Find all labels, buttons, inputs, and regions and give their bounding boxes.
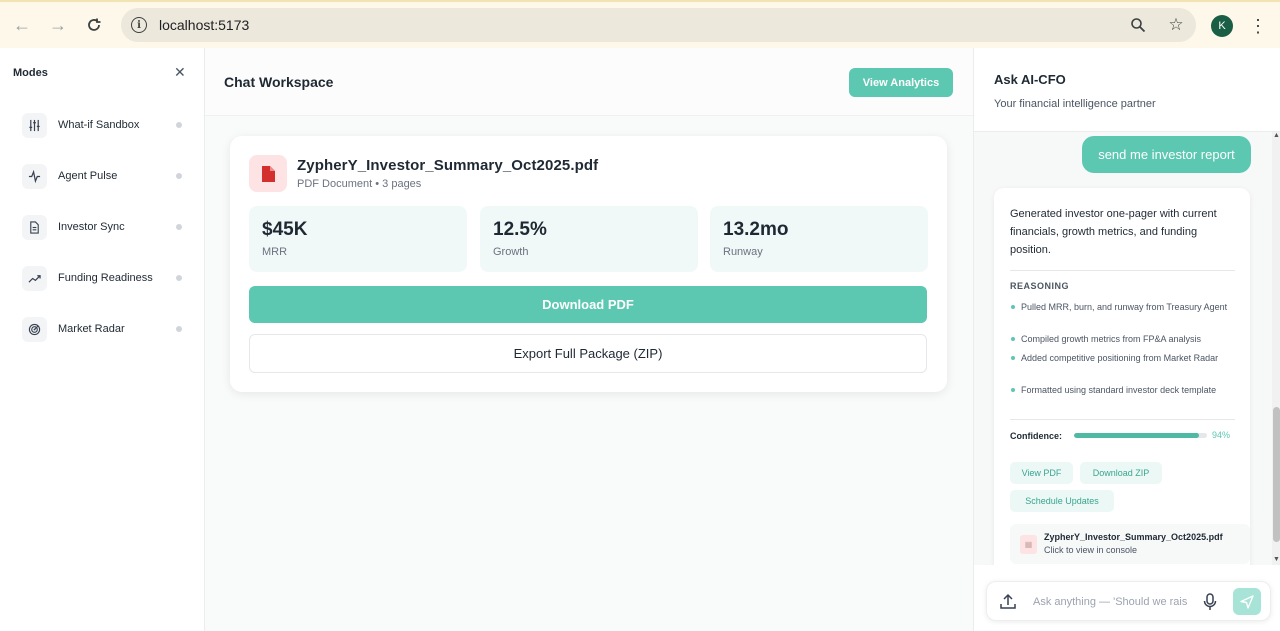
stat-mrr: $45K MRR [249,206,467,272]
chat-scrollbar[interactable]: ▲ ▼ [1272,132,1280,565]
microphone-icon[interactable] [1202,593,1218,611]
view-pdf-button[interactable]: View PDF [1010,462,1073,484]
stat-growth: 12.5% Growth [480,206,698,272]
address-url[interactable]: localhost:5173 [159,17,249,33]
chat-input-bar [986,581,1271,621]
workspace-header: Chat Workspace View Analytics [205,48,973,116]
browser-toolbar: ← → i localhost:5173 ☆ K ⋮ [0,0,1280,48]
panel-subtitle: Your financial intelligence partner [994,98,1156,110]
file-reference-name: ZypherY_Investor_Summary_Oct2025.pdf [1044,532,1223,542]
sidebar-title: Modes [13,67,48,79]
reasoning-title: REASONING [1010,281,1070,291]
export-zip-button[interactable]: Export Full Package (ZIP) [249,334,927,373]
schedule-updates-button[interactable]: Schedule Updates [1010,490,1114,512]
upload-icon[interactable] [999,593,1017,611]
reasoning-text: Pulled MRR, burn, and runway from Treasu… [1021,302,1228,312]
scrollbar-thumb[interactable] [1273,407,1280,542]
scroll-up-arrow-icon[interactable]: ▲ [1273,132,1280,139]
pdf-icon [249,155,287,192]
document-meta: PDF Document • 3 pages [297,178,422,190]
divider [1010,419,1235,420]
send-icon [1240,594,1254,609]
reasoning-text: Added competitive positioning from Marke… [1021,353,1219,363]
bullet-icon [1011,388,1015,392]
view-analytics-button[interactable]: View Analytics [849,68,953,97]
stat-runway: 13.2mo Runway [710,206,928,272]
confidence-bar [1074,433,1207,438]
download-zip-button[interactable]: Download ZIP [1080,462,1162,484]
send-button[interactable] [1233,588,1261,615]
stat-value: $45K [262,219,308,240]
sidebar-item-market-radar[interactable]: Market Radar [22,316,187,342]
bookmark-star-icon[interactable]: ☆ [1166,15,1186,35]
address-bar[interactable]: i localhost:5173 ☆ [121,8,1196,42]
modes-sidebar: Modes ✕ What-if Sandbox Agent Pulse Inve… [0,48,205,631]
profile-avatar[interactable]: K [1211,15,1233,37]
reload-icon[interactable] [76,7,112,43]
reasoning-text: Compiled growth metrics from FP&A analys… [1021,334,1202,344]
document-name: ZypherY_Investor_Summary_Oct2025.pdf [297,157,599,174]
status-dot [176,275,182,281]
back-icon[interactable]: ← [4,7,40,43]
download-pdf-button[interactable]: Download PDF [249,286,927,323]
bullet-icon [1011,305,1015,309]
user-message: send me investor report [1082,136,1251,173]
sidebar-item-label: Funding Readiness [58,272,153,284]
file-reference[interactable]: ▦ ZypherY_Investor_Summary_Oct2025.pdf C… [1010,524,1250,564]
status-dot [176,326,182,332]
sidebar-item-what-if-sandbox[interactable]: What-if Sandbox [22,112,187,138]
assistant-text: Generated investor one-pager with curren… [1010,208,1217,256]
reasoning-item: Compiled growth metrics from FP&A analys… [1010,333,1235,345]
bullet-icon [1011,337,1015,341]
divider [1010,270,1235,271]
stat-value: 13.2mo [723,219,789,240]
sidebar-item-label: Investor Sync [58,221,125,233]
reasoning-item: Pulled MRR, burn, and runway from Treasu… [1010,301,1235,313]
trending-up-icon [22,265,47,291]
ask-ai-cfo-panel: Ask AI-CFO Your financial intelligence p… [973,48,1280,631]
reasoning-text: Formatted using standard investor deck t… [1021,385,1217,395]
browser-menu-icon[interactable]: ⋮ [1248,14,1268,38]
chat-messages[interactable]: send me investor report Generated invest… [974,132,1272,565]
stat-value: 12.5% [493,219,547,240]
chat-workspace: Chat Workspace View Analytics ZypherY_In… [205,48,973,631]
confidence-bar-fill [1074,433,1200,438]
sidebar-item-label: Market Radar [58,323,125,335]
chat-input[interactable] [1033,592,1187,612]
status-dot [176,173,182,179]
assistant-message: Generated investor one-pager with curren… [994,188,1250,565]
pdf-file-icon: ▦ [1020,535,1037,554]
stat-label: MRR [262,246,288,258]
status-dot [176,122,182,128]
reasoning-item: Formatted using standard investor deck t… [1010,384,1235,396]
sidebar-item-agent-pulse[interactable]: Agent Pulse [22,163,187,189]
stat-label: Runway [723,246,763,258]
scroll-down-arrow-icon[interactable]: ▼ [1273,556,1280,563]
radar-icon [22,316,47,342]
document-card: ZypherY_Investor_Summary_Oct2025.pdf PDF… [230,136,947,392]
reasoning-item: Added competitive positioning from Marke… [1010,352,1235,364]
sidebar-item-label: Agent Pulse [58,170,118,182]
sidebar-item-label: What-if Sandbox [58,119,140,131]
panel-title: Ask AI-CFO [994,72,1066,87]
sidebar-item-funding-readiness[interactable]: Funding Readiness [22,265,187,291]
status-dot [176,224,182,230]
close-icon[interactable]: ✕ [174,64,186,81]
sidebar-item-investor-sync[interactable]: Investor Sync [22,214,187,240]
document-icon [22,214,47,240]
page-title: Chat Workspace [224,74,334,90]
confidence-label: Confidence: [1010,431,1063,441]
file-reference-hint: Click to view in console [1044,545,1138,555]
zoom-icon[interactable] [1128,15,1148,35]
confidence-value: 94% [1212,430,1231,440]
sliders-icon [22,112,47,138]
forward-icon[interactable]: → [40,7,76,43]
stat-label: Growth [493,246,529,258]
bullet-icon [1011,356,1015,360]
site-info-icon[interactable]: i [131,17,147,33]
pulse-icon [22,163,47,189]
